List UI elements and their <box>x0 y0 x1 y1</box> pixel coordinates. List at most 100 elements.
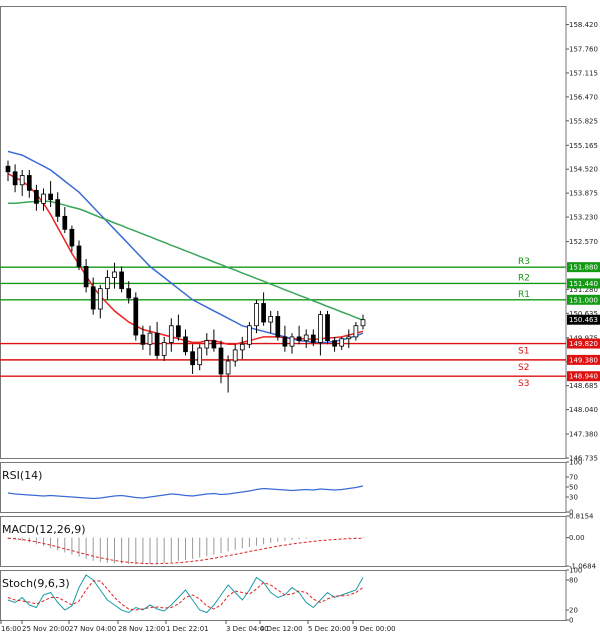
x-tick-label: 5 Dec 20:00 <box>308 625 351 633</box>
candle-body <box>360 319 366 327</box>
indicator-tick-label: 0.8154 <box>569 513 594 521</box>
candle-body <box>275 316 281 338</box>
candle-body <box>154 332 160 356</box>
candle-body <box>261 303 266 323</box>
candle-body <box>76 245 82 267</box>
indicator-tick-label: 20 <box>569 607 578 615</box>
y-tick-label: 155.825 <box>569 117 598 125</box>
level-name-r1: R1 <box>518 290 530 300</box>
y-tick-label: 152.570 <box>569 238 598 246</box>
level-name-s3: S3 <box>518 379 529 389</box>
candle-body <box>296 336 302 341</box>
indicator-tick-label: 0 <box>569 617 573 625</box>
candle-body <box>225 360 231 375</box>
moving-average-line-2 <box>7 150 364 344</box>
y-tick-label: 155.165 <box>569 142 598 150</box>
candle-body <box>218 347 224 375</box>
candle-body <box>90 286 96 310</box>
candle-body <box>126 288 132 299</box>
candle-body <box>254 303 259 327</box>
candle-body <box>12 171 18 186</box>
indicator-tick-label: 80 <box>569 577 578 585</box>
y-tick-label: 153.230 <box>569 214 598 222</box>
level-tag-label: 148.940 <box>569 373 598 381</box>
rsi-line <box>7 485 364 500</box>
y-tick-label: 157.115 <box>569 69 598 77</box>
level-name-s1: S1 <box>518 347 529 357</box>
main-panel-frame <box>0 6 567 459</box>
level-tag-label: 149.380 <box>569 356 598 364</box>
level-name-r3: R3 <box>518 257 530 267</box>
level-tag-label: 151.000 <box>569 296 598 304</box>
chart-root: 158.420 157.760 157.115 156.470 155.825 155.1… <box>0 0 600 637</box>
candle-body <box>190 351 195 366</box>
x-tick-label: 28 Nov 12:00 <box>118 625 165 633</box>
candle-body <box>204 340 210 349</box>
candle-body <box>247 325 252 345</box>
candle-body <box>97 288 103 310</box>
y-tick-label: 148.685 <box>569 382 598 390</box>
candle-body <box>168 325 174 343</box>
candle-body <box>41 193 46 204</box>
candle-body <box>239 343 245 351</box>
candle-body <box>183 336 188 353</box>
candle-body <box>147 332 153 345</box>
level-tag-label: 149.820 <box>569 340 598 348</box>
indicator-tick-label: 0.00 <box>569 534 585 542</box>
moving-average-line-3 <box>8 200 364 321</box>
candle-body <box>353 325 359 338</box>
candle-body <box>289 336 295 347</box>
level-name-r2: R2 <box>518 273 530 283</box>
y-tick-label: 158.420 <box>569 21 598 29</box>
candle-body <box>197 347 203 366</box>
candle-body <box>112 271 117 278</box>
x-tick-label: 27 Nov 04:00 <box>69 625 116 633</box>
y-tick-label: 156.470 <box>569 93 598 101</box>
candle-body <box>310 334 316 343</box>
candle-body <box>105 277 110 290</box>
y-tick-label: 147.380 <box>569 431 598 439</box>
candle-body <box>161 342 167 356</box>
candle-body <box>318 314 323 343</box>
y-tick-label: 157.760 <box>569 46 598 54</box>
candle-body <box>232 349 238 362</box>
indicator-tick-label: 70 <box>569 474 578 482</box>
indicator-tick-label: 100 <box>569 567 582 575</box>
x-tick-label: 4 Dec 12:00 <box>260 625 303 633</box>
candle-body <box>133 297 139 336</box>
level-name-s2: S2 <box>518 363 529 373</box>
candle-body <box>140 334 146 345</box>
candle-body <box>55 199 61 217</box>
candle-body <box>303 334 309 341</box>
candle-body <box>176 325 181 338</box>
x-tick-label: 1 Dec 22:01 <box>166 625 209 633</box>
candle-body <box>5 165 11 173</box>
x-tick-label: 9 Dec 00:00 <box>353 625 396 633</box>
candle-body <box>34 189 39 204</box>
indicator-tick-label: 100 <box>569 459 582 467</box>
candle-body <box>83 266 89 288</box>
candle-body <box>325 314 330 341</box>
candle-body <box>19 175 25 186</box>
indicator-title: RSI(14) <box>2 469 42 482</box>
candle-body <box>339 338 345 347</box>
indicator-tick-label: 50 <box>569 484 578 492</box>
indicator-title: MACD(12,26,9) <box>2 523 86 536</box>
level-tag-label: 151.440 <box>569 280 598 288</box>
candle-body <box>119 271 124 290</box>
moving-average-line-1 <box>7 173 364 346</box>
candle-body <box>26 175 32 191</box>
level-tag-label: 151.880 <box>569 264 598 272</box>
candle-body <box>211 340 217 349</box>
y-tick-label: 148.040 <box>569 406 598 414</box>
x-tick-label: 16:00 <box>1 625 21 633</box>
candle-body <box>48 193 53 201</box>
candle-body <box>282 336 288 347</box>
indicator-title: Stoch(9,6,3) <box>2 577 70 590</box>
candle-body <box>62 215 68 230</box>
candle-body <box>69 228 75 247</box>
candle-body <box>268 316 274 323</box>
y-tick-label: 154.520 <box>569 166 598 174</box>
candle-body <box>346 336 352 340</box>
y-tick-label: 153.875 <box>569 190 598 198</box>
